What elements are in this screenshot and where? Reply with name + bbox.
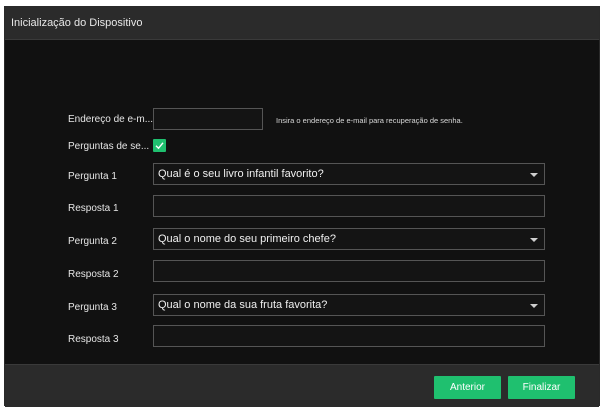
security-questions-checkbox[interactable] [153, 139, 166, 152]
answer1-input[interactable] [153, 195, 545, 217]
checkmark-icon [155, 142, 164, 150]
form-area: Endereço de e-m... Insira o endereço de … [5, 40, 599, 364]
answer1-label: Resposta 1 [68, 203, 119, 214]
question3-select[interactable]: Qual o nome da sua fruta favorita? [153, 294, 545, 316]
dialog-footer: Anterior Finalizar [5, 364, 599, 407]
finish-button[interactable]: Finalizar [508, 376, 575, 399]
question3-value: Qual o nome da sua fruta favorita? [158, 299, 328, 311]
answer2-label: Resposta 2 [68, 269, 119, 280]
security-questions-label: Perguntas de se... [68, 141, 150, 152]
email-input[interactable] [153, 108, 263, 130]
chevron-down-icon [530, 304, 538, 308]
question1-select[interactable]: Qual é o seu livro infantil favorito? [153, 163, 545, 185]
chevron-down-icon [530, 238, 538, 242]
dialog-titlebar: Inicialização do Dispositivo [5, 7, 599, 40]
back-button[interactable]: Anterior [434, 376, 501, 399]
answer2-input[interactable] [153, 260, 545, 282]
question3-label: Pergunta 3 [68, 302, 117, 313]
answer3-input[interactable] [153, 325, 545, 347]
question2-select[interactable]: Qual o nome do seu primeiro chefe? [153, 228, 545, 250]
email-label: Endereço de e-m... [68, 114, 154, 125]
question2-value: Qual o nome do seu primeiro chefe? [158, 233, 336, 245]
dialog-title: Inicialização do Dispositivo [11, 17, 143, 29]
answer3-label: Resposta 3 [68, 334, 119, 345]
chevron-down-icon [530, 173, 538, 177]
question1-value: Qual é o seu livro infantil favorito? [158, 168, 324, 180]
question1-label: Pergunta 1 [68, 171, 117, 182]
question2-label: Pergunta 2 [68, 236, 117, 247]
email-hint: Insira o endereço de e-mail para recuper… [276, 116, 463, 125]
device-init-dialog: Inicialização do Dispositivo Endereço de… [4, 6, 600, 407]
